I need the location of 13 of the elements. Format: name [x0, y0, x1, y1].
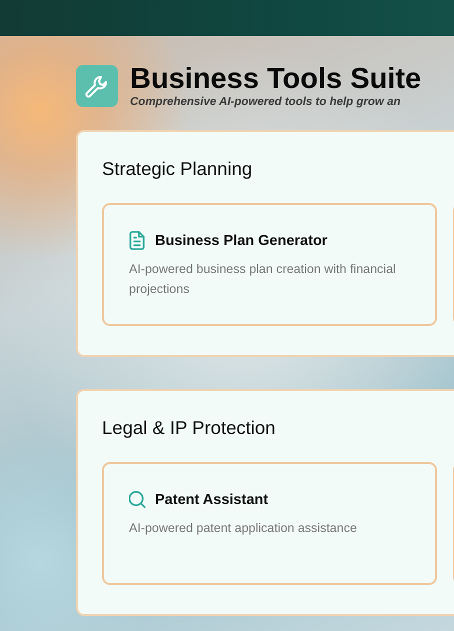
- tool-title: Business Plan Generator: [155, 232, 328, 248]
- wrench-icon: [76, 65, 118, 107]
- tool-title: Patent Assistant: [155, 492, 268, 508]
- tool-description: AI-powered patent application assistance: [129, 520, 358, 537]
- tool-card[interactable]: Patent Assistant AI-powered patent application assistance: [102, 462, 437, 585]
- section-title: Legal & IP Protection: [102, 416, 276, 440]
- tool-description: AI-powered business plan creation with financial projections: [129, 261, 397, 298]
- tool-card[interactable]: Business Plan Generator AI-powered business plan creation with financial projections: [102, 203, 437, 326]
- section-title: Strategic Planning: [102, 157, 254, 181]
- document-icon: [129, 231, 146, 250]
- search-icon: [129, 490, 146, 509]
- page-title: Business Tools Suite: [130, 63, 422, 95]
- page-subtitle: Comprehensive AI-powered tools to help grow an: [130, 95, 402, 109]
